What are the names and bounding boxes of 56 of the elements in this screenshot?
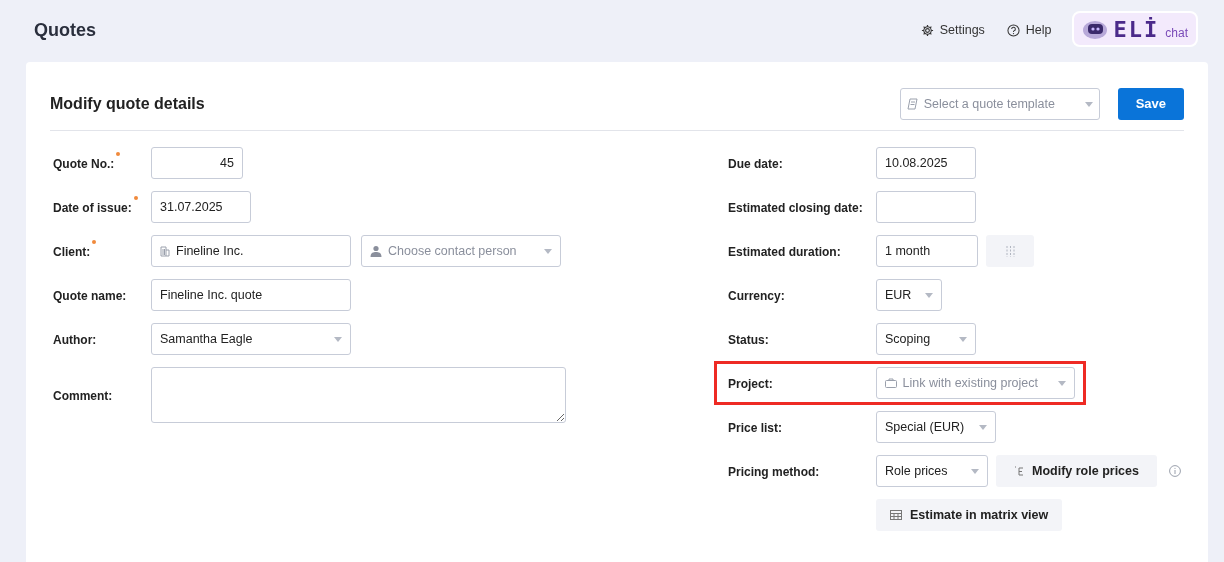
help-link[interactable]: Help [1006,20,1052,40]
field-label: Pricing method: [728,463,820,481]
duration-field[interactable]: 1 month [876,235,978,267]
adjust-button[interactable] [986,235,1034,267]
field-label: Date of issue: [53,199,132,217]
field-label: Estimated closing date: [728,199,863,217]
caret-icon [1058,380,1066,386]
text-field[interactable]: 45 [151,147,243,179]
field-label: Client: [53,243,91,261]
field-label: Estimated duration: [728,243,841,261]
chat-logo-text: ELİ [1113,15,1160,44]
comment-field[interactable] [151,367,566,423]
settings-link[interactable]: Settings [920,20,985,40]
info-icon[interactable] [1169,465,1181,477]
text-field[interactable] [876,191,976,223]
field-label: Due date: [728,155,783,173]
field-label: Currency: [728,287,785,305]
select-field[interactable]: Special (EUR) [876,411,996,443]
page-title: Quotes [34,18,96,42]
save-button[interactable]: Save [1117,88,1184,120]
field-label: Comment: [53,387,113,405]
field-label: Quote No.: [53,155,115,173]
field-label: Author: [53,331,97,349]
help-icon [1006,23,1020,37]
caret-icon [925,292,933,298]
caret-icon [971,468,979,474]
text-field[interactable]: 31.07.2025 [151,191,251,223]
briefcase-icon [884,378,897,388]
select-field[interactable]: Scoping [876,323,976,355]
document-icon [906,98,919,110]
table-icon [890,510,902,520]
chat-label: chat [1165,25,1188,42]
person-icon [370,245,382,257]
field-label: Status: [728,331,769,349]
matrix-view-button[interactable]: Estimate in matrix view [876,499,1063,531]
select-field[interactable]: EUR [876,279,942,311]
select-field[interactable]: Samantha Eagle [151,323,351,355]
text-field[interactable]: Fineline Inc. quote [151,279,351,311]
client-field[interactable]: Fineline Inc. [151,235,351,267]
field-label: Project: [728,375,773,393]
card-title: Modify quote details [50,94,205,114]
field-label: Price list: [728,419,783,437]
settings-icon [920,23,934,37]
caret-icon [1084,101,1093,107]
text-field[interactable]: 10.08.2025 [876,147,976,179]
select-field[interactable]: Role prices [876,455,988,487]
caret-icon [959,336,967,342]
building-icon [160,245,170,257]
sliders-icon [1004,245,1016,257]
robot-icon [1081,18,1108,40]
modify-prices-button[interactable]: Modify role prices [996,455,1157,487]
caret-icon [544,248,552,254]
caret-icon [979,424,987,430]
field-label: Quote name: [53,287,127,305]
caret-icon [334,336,342,342]
chat-button[interactable]: ELİ chat [1071,11,1198,47]
